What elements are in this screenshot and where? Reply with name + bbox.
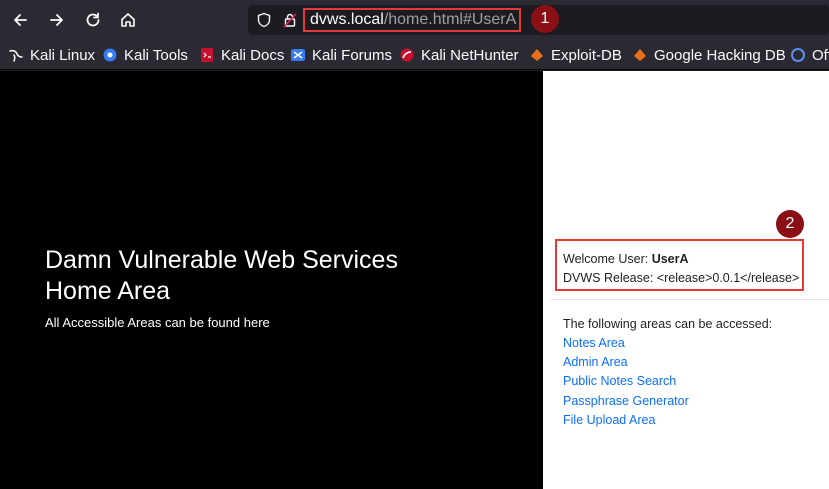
forward-arrow-icon xyxy=(50,14,63,26)
nethunter-icon xyxy=(399,47,415,63)
bookmark-label: Kali Linux xyxy=(30,46,96,64)
bookmarks-bar: Kali Linux Kali Tools Kali Docs Kali For… xyxy=(0,40,829,70)
offsec-icon xyxy=(790,47,806,63)
kali-docs-icon xyxy=(199,47,215,63)
bookmark-kali-docs[interactable]: Kali Docs xyxy=(199,45,284,65)
bookmark-google-hacking-db[interactable]: Google Hacking DB xyxy=(632,45,786,65)
url-path: /home.html#UserA xyxy=(383,11,517,28)
hero-title: Damn Vulnerable Web Services Home Area xyxy=(45,245,398,307)
bookmark-label: Exploit-DB xyxy=(551,46,622,64)
welcome-user-line: Welcome User: UserA xyxy=(563,252,689,266)
ghdb-icon xyxy=(632,47,648,63)
link-public-notes-search[interactable]: Public Notes Search xyxy=(563,374,676,388)
back-button[interactable] xyxy=(7,8,33,32)
bookmark-label: Kali NetHunter xyxy=(421,46,519,64)
kali-tools-icon xyxy=(102,47,118,63)
bookmark-offsec[interactable]: Off xyxy=(790,45,829,65)
shield-icon[interactable] xyxy=(256,12,272,28)
page-content: Damn Vulnerable Web Services Home Area A… xyxy=(0,71,829,489)
bookmark-label: Kali Docs xyxy=(221,46,285,64)
link-passphrase-generator[interactable]: Passphrase Generator xyxy=(563,394,689,408)
url-host: dvws.local xyxy=(310,11,384,28)
annotation-badge-2: 2 xyxy=(776,210,804,238)
bookmark-label: Off xyxy=(812,46,829,64)
bookmark-kali-linux[interactable]: Kali Linux xyxy=(8,45,95,65)
annotation-badge-1: 1 xyxy=(531,5,559,33)
bookmark-kali-forums[interactable]: Kali Forums xyxy=(290,45,392,65)
bookmark-label: Kali Tools xyxy=(124,46,188,64)
forward-button[interactable] xyxy=(44,8,70,32)
link-file-upload-area[interactable]: File Upload Area xyxy=(563,413,655,427)
hero-title-line-2: Home Area xyxy=(45,277,171,305)
panel-divider xyxy=(551,299,829,300)
reload-icon xyxy=(86,12,100,27)
bookmark-exploit-db[interactable]: Exploit-DB xyxy=(529,45,622,65)
bookmark-kali-nethunter[interactable]: Kali NetHunter xyxy=(399,45,519,65)
areas-heading: The following areas can be accessed: xyxy=(563,317,773,331)
reload-button[interactable] xyxy=(80,8,106,32)
url-text[interactable]: dvws.local/home.html#UserA xyxy=(310,10,516,30)
exploit-db-icon xyxy=(529,47,545,63)
welcome-user-label: Welcome User: xyxy=(563,252,652,266)
home-icon xyxy=(121,13,135,27)
welcome-user-name: UserA xyxy=(651,252,689,266)
bookmark-label: Google Hacking DB xyxy=(654,46,786,64)
link-admin-area[interactable]: Admin Area xyxy=(563,355,628,369)
kali-dragon-icon xyxy=(8,47,24,63)
bookmark-label: Kali Forums xyxy=(312,46,393,64)
browser-toolbar: dvws.local/home.html#UserA 1 xyxy=(0,0,829,40)
hero-subtitle: All Accessible Areas can be found here xyxy=(45,315,270,330)
kali-forums-icon xyxy=(290,47,306,63)
back-arrow-icon xyxy=(14,14,27,26)
hero-title-line-1: Damn Vulnerable Web Services xyxy=(45,246,398,274)
release-line: DVWS Release: <release>0.0.1</release> xyxy=(563,271,800,285)
link-notes-area[interactable]: Notes Area xyxy=(563,336,625,350)
side-panel: Welcome User: UserA DVWS Release: <relea… xyxy=(543,71,829,489)
home-button[interactable] xyxy=(115,8,141,32)
insecure-lock-icon[interactable] xyxy=(282,12,298,28)
bookmark-kali-tools[interactable]: Kali Tools xyxy=(102,45,188,65)
